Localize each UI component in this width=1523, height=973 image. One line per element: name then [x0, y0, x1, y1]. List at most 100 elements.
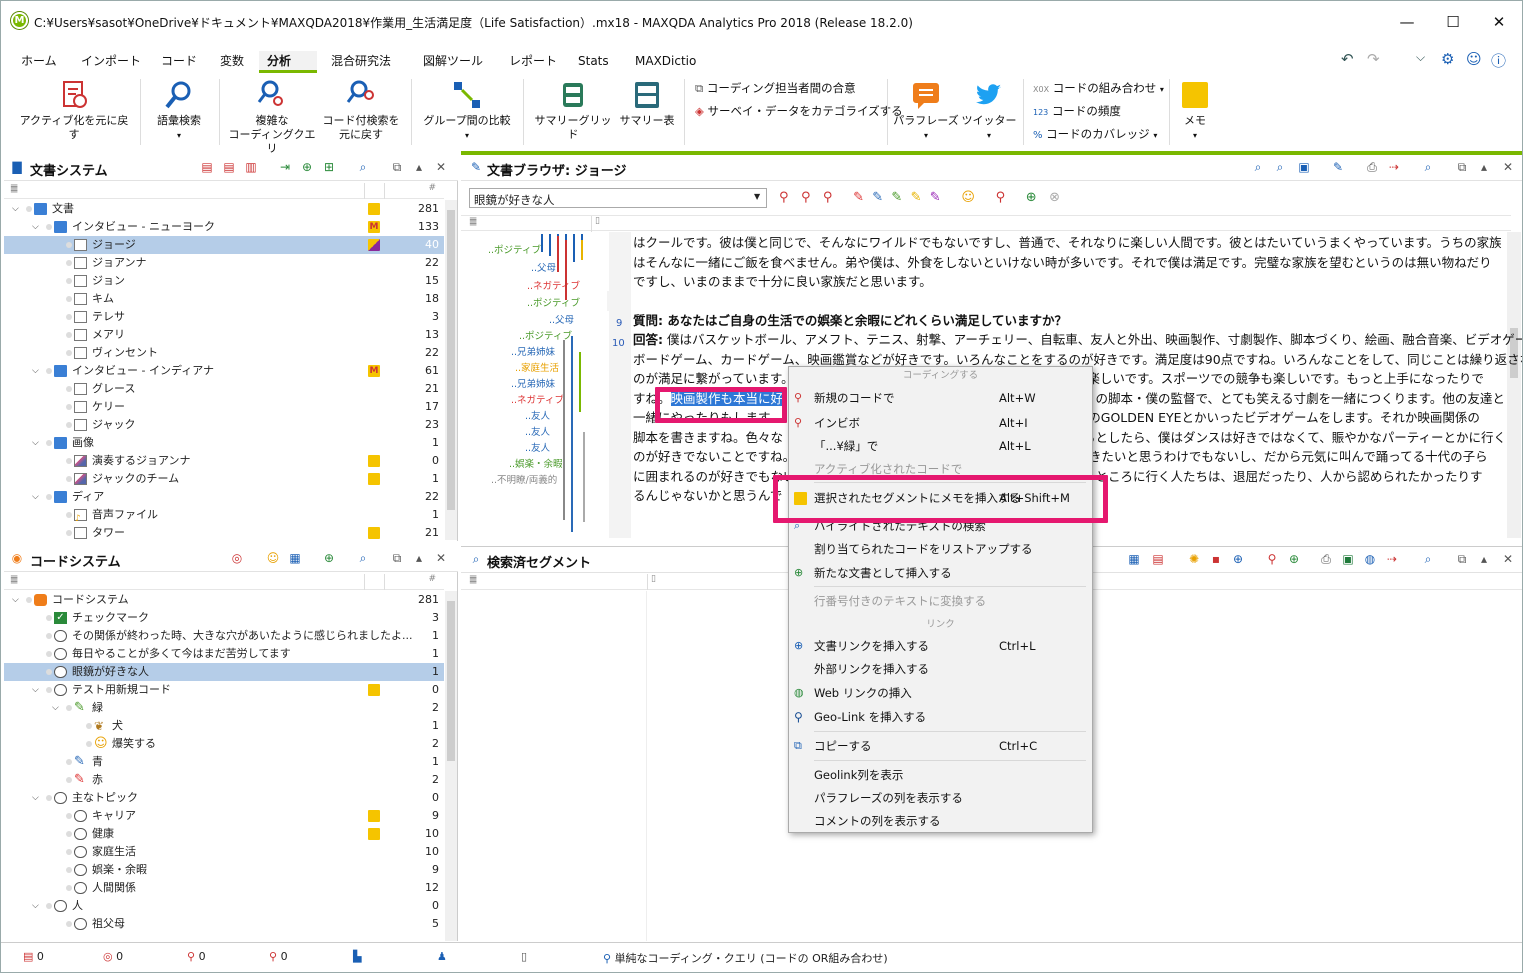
- help-icon[interactable]: ⓘ: [1491, 50, 1506, 71]
- new-doc-group-icon[interactable]: ⊞: [322, 160, 336, 174]
- table-view-icon[interactable]: ▦: [1127, 552, 1141, 566]
- tab-maxdictio[interactable]: MAXDictio: [627, 51, 704, 73]
- filter-view-icon[interactable]: ▤: [1151, 552, 1165, 566]
- memo-icon[interactable]: [368, 203, 380, 215]
- text-size-icon[interactable]: ▣: [1297, 160, 1311, 174]
- doc-weight-icon[interactable]: ▙: [353, 950, 361, 963]
- gear-icon[interactable]: ⚙: [1441, 50, 1454, 68]
- activate-docs-icon[interactable]: ▤: [200, 160, 214, 174]
- edit-mode-icon[interactable]: ✎: [1331, 160, 1345, 174]
- excel-icon[interactable]: ▣: [1341, 552, 1355, 566]
- redo-icon[interactable]: ↷: [1367, 50, 1380, 68]
- document-tree-row[interactable]: キム 18: [4, 290, 444, 308]
- web-export-icon[interactable]: ◍: [1363, 552, 1377, 566]
- menu-item-new-code[interactable]: ⚲ 新規のコードで Alt+W: [789, 387, 1092, 409]
- memo-icon[interactable]: [368, 473, 380, 485]
- menu-item-geolink-column[interactable]: Geolink列を表示: [789, 764, 1092, 786]
- code-coverage-button[interactable]: % コードのカバレッジ ▾: [1033, 125, 1157, 145]
- code-tree-row[interactable]: 娯楽・余暇 9: [4, 861, 444, 879]
- code-tree-row[interactable]: ⌵ ✎ 緑 2: [4, 699, 444, 717]
- document-tree-row[interactable]: ジャック 23: [4, 416, 444, 434]
- highlighter-blue-icon[interactable]: ✎: [872, 190, 883, 205]
- doc-memo-icon[interactable]: [368, 239, 380, 251]
- code-tree-row[interactable]: ❦ 犬 1: [4, 717, 444, 735]
- undo-icon[interactable]: ↶: [1341, 50, 1354, 68]
- document-tree-row[interactable]: ♪ 音声ファイル 1: [4, 506, 444, 524]
- document-tree-row[interactable]: ⌵ インタビュー - インディアナ M 61: [4, 362, 444, 380]
- menu-item-paraphrase-column[interactable]: パラフレーズの列を表示する: [789, 787, 1092, 809]
- highlighter-yellow-icon[interactable]: ✎: [911, 190, 922, 205]
- document-tree-row[interactable]: ジョージ 40: [4, 236, 444, 254]
- code-scrollbar[interactable]: [445, 591, 457, 941]
- minimize-browser-icon[interactable]: ▴: [1477, 160, 1491, 174]
- document-tree-row[interactable]: ⌵ 画像 1: [4, 434, 444, 452]
- highlighter-red-icon[interactable]: ✎: [853, 190, 864, 205]
- code-segments-icon[interactable]: ⚲: [1265, 552, 1279, 566]
- minimize-panel-icon[interactable]: ▴: [412, 160, 426, 174]
- smiley-icon[interactable]: ☺: [1466, 50, 1482, 68]
- import-doc-icon[interactable]: ⇥: [278, 160, 292, 174]
- document-tree-row[interactable]: ⌵ インタビュー - ニューヨーク M 133: [4, 218, 444, 236]
- menu-item-convert-lines[interactable]: 行番号付きのテキストに変換する: [789, 590, 1092, 612]
- menu-item-new-document[interactable]: ⊕ 新たな文書として挿入する: [789, 562, 1092, 584]
- code-tree-row[interactable]: ✎ 青 1: [4, 753, 444, 771]
- activate-codes-icon[interactable]: ◎: [230, 551, 244, 565]
- menu-item-copy[interactable]: ⧉ コピーする Ctrl+C: [789, 735, 1092, 757]
- minimize-segments-icon[interactable]: ▴: [1477, 552, 1491, 566]
- code-tree-row[interactable]: ✎ 赤 2: [4, 771, 444, 789]
- summary-grid-button[interactable]: サマリーグリッド: [531, 79, 615, 142]
- abc-icon[interactable]: ⊕: [1231, 552, 1245, 566]
- survey-button[interactable]: ◈ サーベイ・データをカテゴライズする: [695, 102, 903, 120]
- menu-item-web-link[interactable]: ◍ Web リンクの挿入: [789, 682, 1092, 704]
- expand-chevron-icon[interactable]: ⌵: [32, 897, 42, 915]
- document-tree-row[interactable]: ジョン 15: [4, 272, 444, 290]
- document-icon[interactable]: ▯: [521, 950, 527, 963]
- memo-icon[interactable]: [368, 455, 380, 467]
- undo-coded-search-button[interactable]: コード付検索を 元に戻す: [319, 79, 403, 142]
- expand-chevron-icon[interactable]: ⌵: [32, 362, 42, 380]
- expand-chevron-icon[interactable]: ⌵: [52, 699, 62, 717]
- search-segments-icon[interactable]: ⌕: [1421, 552, 1435, 566]
- code-tree-row[interactable]: ⌵ コードシステム 281: [4, 591, 444, 609]
- code-tree-row[interactable]: 人間関係 12: [4, 879, 444, 897]
- summary-table-button[interactable]: サマリー表: [617, 79, 677, 128]
- code-tree-row[interactable]: ⌵ 人 0: [4, 897, 444, 915]
- intercoder-button[interactable]: ⧉ コーディング担当者間の合意: [695, 79, 856, 97]
- document-scrollbar[interactable]: [445, 200, 457, 540]
- code-tree-row[interactable]: 眼鏡が好きな人 1: [4, 663, 444, 681]
- menu-item-comment-column[interactable]: コメントの列を表示する: [789, 810, 1092, 832]
- print-icon[interactable]: ⎙: [1365, 160, 1379, 174]
- memo-button[interactable]: メモ ▾: [1177, 79, 1213, 143]
- close-segments-icon[interactable]: ✕: [1501, 552, 1515, 566]
- document-tree-row[interactable]: タワー 21: [4, 524, 444, 540]
- document-tree-row[interactable]: ジョアンナ 22: [4, 254, 444, 272]
- close-browser-icon[interactable]: ✕: [1501, 160, 1515, 174]
- expand-chevron-icon[interactable]: ⌵: [32, 789, 42, 807]
- tab-import[interactable]: インポート: [73, 51, 149, 73]
- menu-item-doc-link[interactable]: ⊕ 文書リンクを挿入する Ctrl+L: [789, 635, 1092, 657]
- tab-mixed-methods[interactable]: 混合研究法: [323, 51, 399, 73]
- export-icon[interactable]: ⇢: [1387, 160, 1401, 174]
- code-pin-icon[interactable]: ⚲: [779, 190, 789, 205]
- memo-icon[interactable]: [368, 828, 380, 840]
- expand-chevron-icon[interactable]: ⌵: [32, 681, 42, 699]
- add-segment-icon[interactable]: ⊕: [1287, 552, 1301, 566]
- document-tree-row[interactable]: グレース 21: [4, 380, 444, 398]
- code-tree-row[interactable]: ☺ 爆笑する 2: [4, 735, 444, 753]
- close-codes-icon[interactable]: ✕: [434, 551, 448, 565]
- code-dropdown[interactable]: 眼鏡が好きな人 ▼: [469, 188, 767, 208]
- undock-browser-icon[interactable]: ⧉: [1455, 160, 1469, 174]
- menu-item-list-codes[interactable]: 割り当てられたコードをリストアップする: [789, 538, 1092, 560]
- tab-visual-tools[interactable]: 図解ツール: [415, 51, 491, 73]
- expand-chevron-icon[interactable]: ⌵: [12, 200, 22, 218]
- memo-icon[interactable]: [368, 810, 380, 822]
- export-segments-icon[interactable]: ⇢: [1385, 552, 1399, 566]
- memo-m-icon[interactable]: M: [368, 365, 380, 377]
- user-icon[interactable]: ♟: [437, 950, 447, 963]
- tab-stats[interactable]: Stats: [570, 51, 617, 73]
- document-tree-row[interactable]: メアリ 13: [4, 326, 444, 344]
- code-tree-row[interactable]: 毎日やることが多くて今はまだ苦労してます 1: [4, 645, 444, 663]
- minimize-button[interactable]: —: [1384, 7, 1430, 37]
- ribbon-collapse-icon[interactable]: ⌵: [1416, 50, 1425, 65]
- print-segments-icon[interactable]: ⎙: [1319, 552, 1333, 566]
